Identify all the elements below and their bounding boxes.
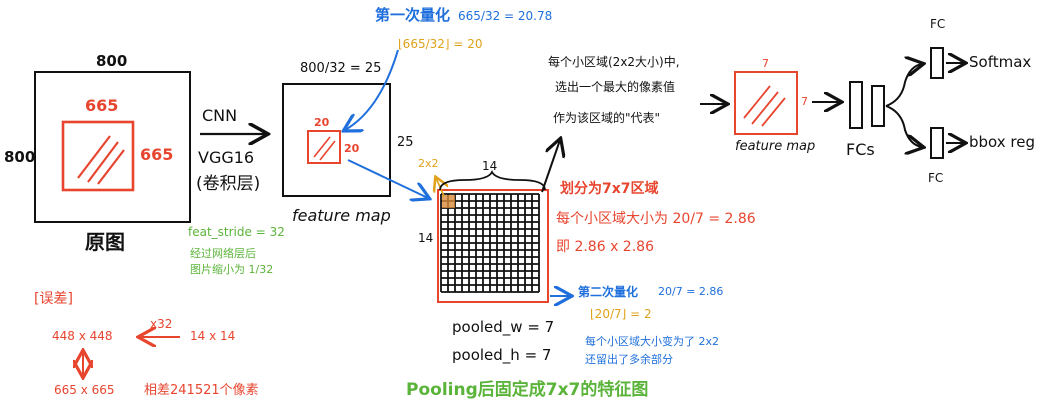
original-roi-side: 665 [140, 145, 174, 164]
quant2-formula: 20/7 = 2.86 [658, 285, 724, 298]
feature-roi-box [307, 130, 341, 164]
max-note-line1: 每个小区域(2x2大小)中, [548, 55, 680, 69]
feature-map2-top-label: 7 [762, 57, 769, 70]
grid-side-label: 14 [418, 231, 434, 245]
feat-stride-formula: feat_stride = 32 [188, 225, 285, 239]
feature-roi-top: 20 [314, 116, 330, 129]
grid-cell-label: 2x2 [418, 157, 439, 170]
quant2-title: 第二次量化 [578, 285, 639, 299]
feature-map2-side-label: 7 [801, 95, 808, 108]
feat-stride-note1: 经过网络层后 [190, 247, 256, 260]
feature-roi-hatch [313, 136, 336, 161]
division-line3: 即 2.86 x 2.86 [556, 239, 654, 255]
quant1-formula: 665/32 = 20.78 [458, 9, 553, 23]
max-note-line2: 选出一个最大的像素值 [555, 80, 676, 94]
division-line1: 划分为7x7区域 [560, 181, 659, 197]
original-roi-top: 665 [85, 96, 119, 115]
quant1-title: 第一次量化 [375, 6, 451, 24]
quant2-note1: 每个小区域大小变为了 2x2 [585, 335, 720, 348]
fc-box-2 [871, 85, 885, 127]
softmax-label: Softmax [969, 53, 1032, 71]
conv-label: (卷积层) [196, 174, 261, 194]
roi-to-grid-arrow [347, 159, 428, 198]
grid-lines [440, 193, 540, 293]
grid-top-brace [439, 169, 546, 191]
fc-split-line-2 [885, 105, 922, 147]
feature-map2-hatch [743, 85, 786, 127]
original-roi-box [61, 120, 135, 192]
vgg-label: VGG16 [198, 148, 255, 167]
fc-bottom-label: FC [928, 171, 944, 185]
fc-bbox-box [930, 127, 944, 159]
feature-map-box [282, 83, 391, 197]
division-line2: 每个小区域大小为 20/7 = 2.86 [556, 211, 756, 227]
original-side-size: 800 [4, 148, 36, 166]
original-roi-hatch [77, 135, 125, 185]
pooled-w-label: pooled_w = 7 [452, 318, 555, 336]
bbox-label: bbox reg [969, 133, 1035, 151]
error-title: [误差] [34, 291, 73, 307]
fc-top-label: FC [930, 17, 946, 31]
error-from: 448 x 448 [52, 329, 113, 343]
quant1-floor: ⌊665/32⌋ = 20 [398, 37, 483, 51]
error-diff: 相差241521个像素 [144, 383, 259, 398]
feature-map-top-label: 800/32 = 25 [300, 61, 382, 76]
pooling-caption: Pooling后固定成7x7的特征图 [406, 380, 649, 400]
pooled-h-label: pooled_h = 7 [452, 346, 552, 364]
feature-map-side-label: 25 [397, 135, 414, 150]
feature-map2-box [734, 71, 798, 135]
error-factor: x32 [150, 317, 173, 331]
error-grid: 14 x 14 [190, 329, 236, 343]
feature-map-caption: feature map [292, 206, 391, 225]
quant2-note2: 还留出了多余部分 [585, 353, 673, 366]
feat-stride-note2: 图片缩小为 1/32 [190, 263, 274, 276]
feature-roi-side: 20 [344, 142, 360, 155]
max-note-line3: 作为该区域的"代表" [553, 111, 661, 125]
fcs-caption: FCs [846, 140, 875, 159]
grid-top-label: 14 [482, 159, 498, 173]
original-caption: 原图 [85, 230, 125, 254]
quant2-floor: ⌊20/7⌋ = 2 [590, 307, 652, 321]
fc-box-1 [849, 81, 863, 129]
fc-split-line [885, 64, 922, 107]
feature-map2-caption: feature map [735, 139, 816, 154]
error-to: 665 x 665 [54, 383, 115, 397]
original-top-size: 800 [96, 52, 128, 70]
grid-to-note-arrow [541, 140, 560, 193]
fc-softmax-box [930, 47, 944, 79]
cnn-label: CNN [202, 106, 238, 125]
grid-first-cell [442, 195, 455, 208]
